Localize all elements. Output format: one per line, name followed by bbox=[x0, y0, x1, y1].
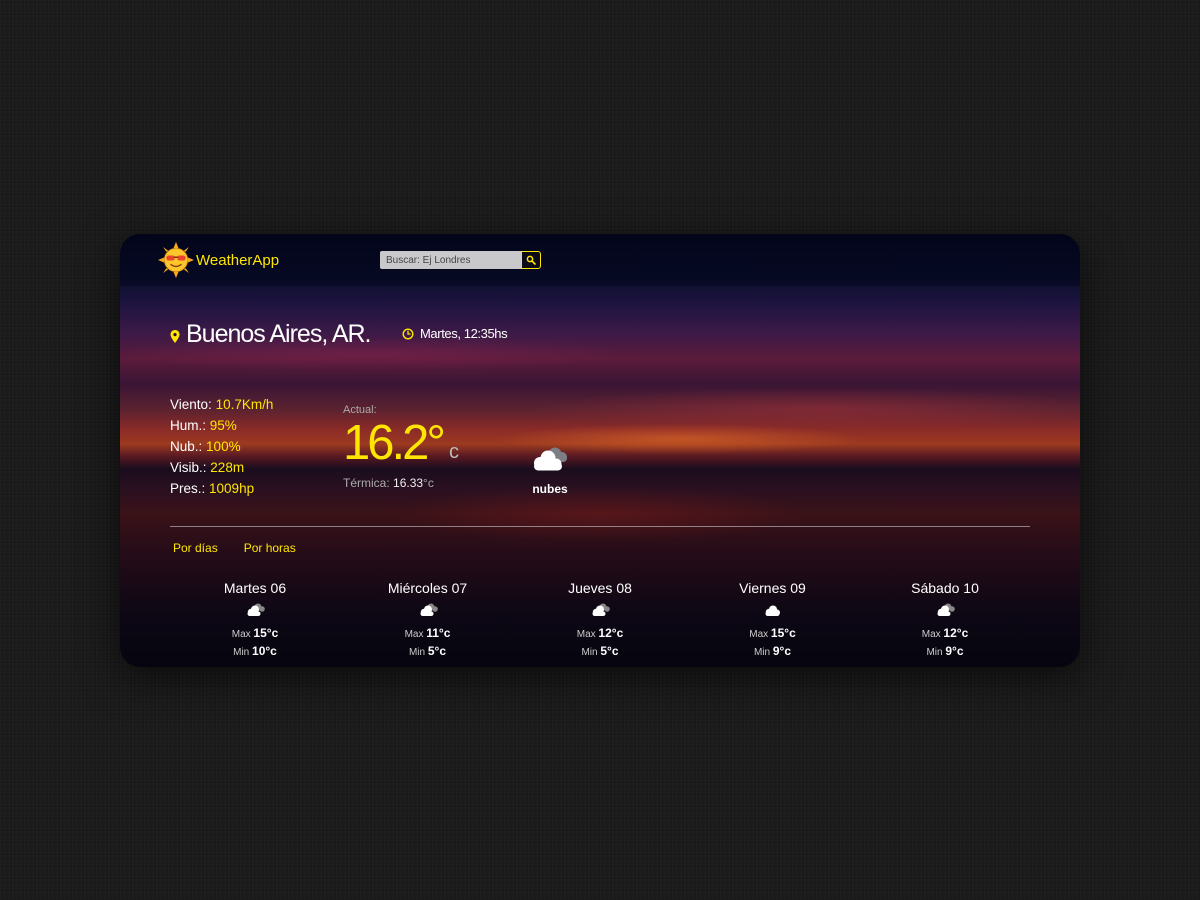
weather-card: WeatherApp Buenos Aires, AR. Martes, 12:… bbox=[120, 234, 1080, 667]
max-temp: 12°c bbox=[598, 626, 624, 640]
day-name: Martes 06 bbox=[223, 580, 287, 596]
wind-value: 10.7Km/h bbox=[215, 397, 274, 412]
divider bbox=[170, 526, 1030, 527]
min-label: Min bbox=[753, 647, 771, 658]
clouds-value: 100% bbox=[206, 439, 241, 454]
max-label: Max bbox=[231, 629, 251, 640]
min-label: Min bbox=[926, 647, 943, 658]
clouds-label: Nub.: bbox=[170, 439, 203, 454]
temp-value: 16.2° bbox=[343, 416, 446, 470]
forecast-day: Miércoles 07 Max 11°c Min 5°c bbox=[343, 580, 513, 658]
wind-label: Viento: bbox=[170, 397, 212, 412]
min-temp: 5°c bbox=[600, 644, 619, 658]
sun-sunglasses-icon bbox=[158, 242, 194, 278]
visibility-row: Visib.: 228m bbox=[170, 457, 273, 478]
min-label: Min bbox=[581, 647, 598, 658]
daily-forecast: Martes 06 Max 15°c Min 10°c Miércoles 07… bbox=[170, 580, 1030, 658]
search-bar bbox=[380, 251, 541, 269]
forecast-day: Martes 06 Max 15°c Min 10°c bbox=[170, 580, 340, 658]
min-temp: 5°c bbox=[427, 644, 447, 658]
clouds-row: Nub.: 100% bbox=[170, 436, 273, 457]
weather-details: Viento: 10.7Km/h Hum.: 95% Nub.: 100% Vi… bbox=[170, 394, 273, 499]
day-name: Sábado 10 bbox=[911, 580, 979, 596]
datetime-text: Martes, 12:35hs bbox=[420, 326, 508, 341]
feels-like: Térmica: 16.33°c bbox=[343, 476, 459, 490]
humidity-label: Hum.: bbox=[170, 418, 207, 433]
max-label: Max bbox=[749, 629, 769, 640]
visibility-value: 228m bbox=[210, 460, 245, 475]
max-temp: 11°c bbox=[426, 626, 451, 640]
search-button[interactable] bbox=[521, 251, 541, 269]
humidity-row: Hum.: 95% bbox=[170, 415, 273, 436]
search-input[interactable] bbox=[380, 251, 521, 269]
max-temp: 15°c bbox=[253, 626, 279, 640]
feels-label: Térmica: bbox=[343, 476, 390, 490]
pressure-label: Pres.: bbox=[170, 481, 206, 496]
location: Buenos Aires, AR. bbox=[170, 320, 372, 349]
min-temp: 9°c bbox=[945, 644, 964, 658]
temp-row: 16.2° c bbox=[343, 416, 459, 470]
pressure-row: Pres.: 1009hp bbox=[170, 478, 273, 499]
forecast-tabs: Por días Por horas bbox=[173, 541, 296, 555]
cloud-icon bbox=[592, 603, 610, 616]
city-name: Buenos Aires, AR. bbox=[186, 320, 372, 348]
wind-row: Viento: 10.7Km/h bbox=[170, 394, 273, 415]
max-label: Max bbox=[404, 629, 424, 640]
cloud-icon bbox=[420, 603, 438, 616]
temp-unit: c bbox=[448, 441, 459, 463]
min-temp: 9°c bbox=[772, 644, 792, 658]
forecast-day: Sábado 10 Max 12°c Min 9°c bbox=[860, 580, 1030, 658]
max-label: Max bbox=[921, 629, 941, 640]
day-name: Viernes 09 bbox=[739, 580, 806, 596]
cloud-icon bbox=[765, 605, 780, 616]
current-label: Actual: bbox=[343, 404, 377, 416]
max-temp: 12°c bbox=[943, 626, 969, 640]
min-label: Min bbox=[408, 647, 426, 658]
current-condition: nubes bbox=[524, 444, 576, 496]
clock-icon bbox=[402, 327, 414, 340]
feels-unit: °c bbox=[423, 476, 434, 490]
feels-value: 16.33 bbox=[393, 476, 424, 490]
min-label: Min bbox=[233, 647, 250, 658]
forecast-day: Viernes 09 Max 15°c Min 9°c bbox=[688, 580, 858, 658]
search-icon bbox=[526, 255, 536, 265]
cloud-icon bbox=[534, 447, 567, 471]
current-temperature: Actual: 16.2° c Térmica: 16.33°c bbox=[343, 404, 459, 490]
top-bar: WeatherApp bbox=[120, 234, 1080, 286]
day-name: Jueves 08 bbox=[568, 580, 632, 596]
max-temp: 15°c bbox=[770, 626, 796, 640]
condition-label: nubes bbox=[532, 482, 568, 496]
pressure-value: 1009hp bbox=[209, 481, 255, 496]
location-pin-icon bbox=[170, 329, 180, 343]
datetime: Martes, 12:35hs bbox=[402, 326, 508, 341]
app-title: WeatherApp bbox=[196, 251, 280, 269]
cloud-icon bbox=[247, 603, 265, 616]
app-logo[interactable]: WeatherApp bbox=[158, 242, 279, 278]
tab-por-dias[interactable]: Por días bbox=[173, 541, 218, 555]
min-temp: 10°c bbox=[252, 644, 277, 658]
tab-por-horas[interactable]: Por horas bbox=[244, 541, 296, 555]
visibility-label: Visib.: bbox=[170, 460, 207, 475]
max-label: Max bbox=[576, 629, 596, 640]
cloud-icon bbox=[937, 603, 955, 616]
humidity-value: 95% bbox=[209, 418, 237, 433]
day-name: Miércoles 07 bbox=[387, 580, 468, 596]
forecast-day: Jueves 08 Max 12°c Min 5°c bbox=[515, 580, 685, 658]
